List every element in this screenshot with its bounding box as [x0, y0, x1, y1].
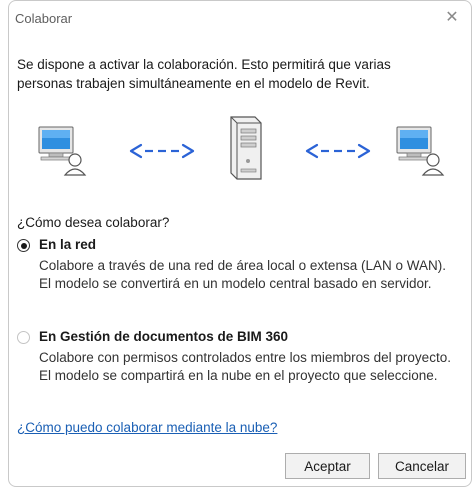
- network-radio[interactable]: [17, 239, 30, 252]
- title-bar: Colaborar ✕: [9, 1, 471, 39]
- bim360-radio[interactable]: [17, 331, 30, 344]
- bim360-option-description: Colabore con permisos controlados entre …: [39, 350, 451, 383]
- collaborate-dialog: Colaborar ✕ Se dispone a activar la cola…: [8, 0, 472, 487]
- double-arrow-icon: [305, 143, 371, 159]
- accept-button[interactable]: Aceptar: [285, 453, 370, 479]
- window-title: Colaborar: [15, 11, 73, 26]
- workstation-icon: [396, 126, 445, 176]
- network-option-description: Colabore a través de una red de área loc…: [39, 258, 446, 291]
- collaboration-question: ¿Cómo desea colaborar?: [17, 215, 170, 230]
- server-icon: [230, 116, 262, 180]
- bim360-option-label[interactable]: En Gestión de documentos de BIM 360: [39, 329, 288, 344]
- cloud-help-link[interactable]: ¿Cómo puedo colaborar mediante la nube?: [17, 420, 277, 435]
- double-arrow-icon: [129, 143, 195, 159]
- network-option-label[interactable]: En la red: [39, 237, 96, 252]
- collaboration-graphic: [9, 111, 473, 191]
- workstation-icon: [38, 126, 87, 176]
- close-icon[interactable]: ✕: [441, 7, 463, 29]
- intro-text: Se dispone a activar la colaboración. Es…: [17, 57, 391, 91]
- cancel-button[interactable]: Cancelar: [378, 453, 466, 479]
